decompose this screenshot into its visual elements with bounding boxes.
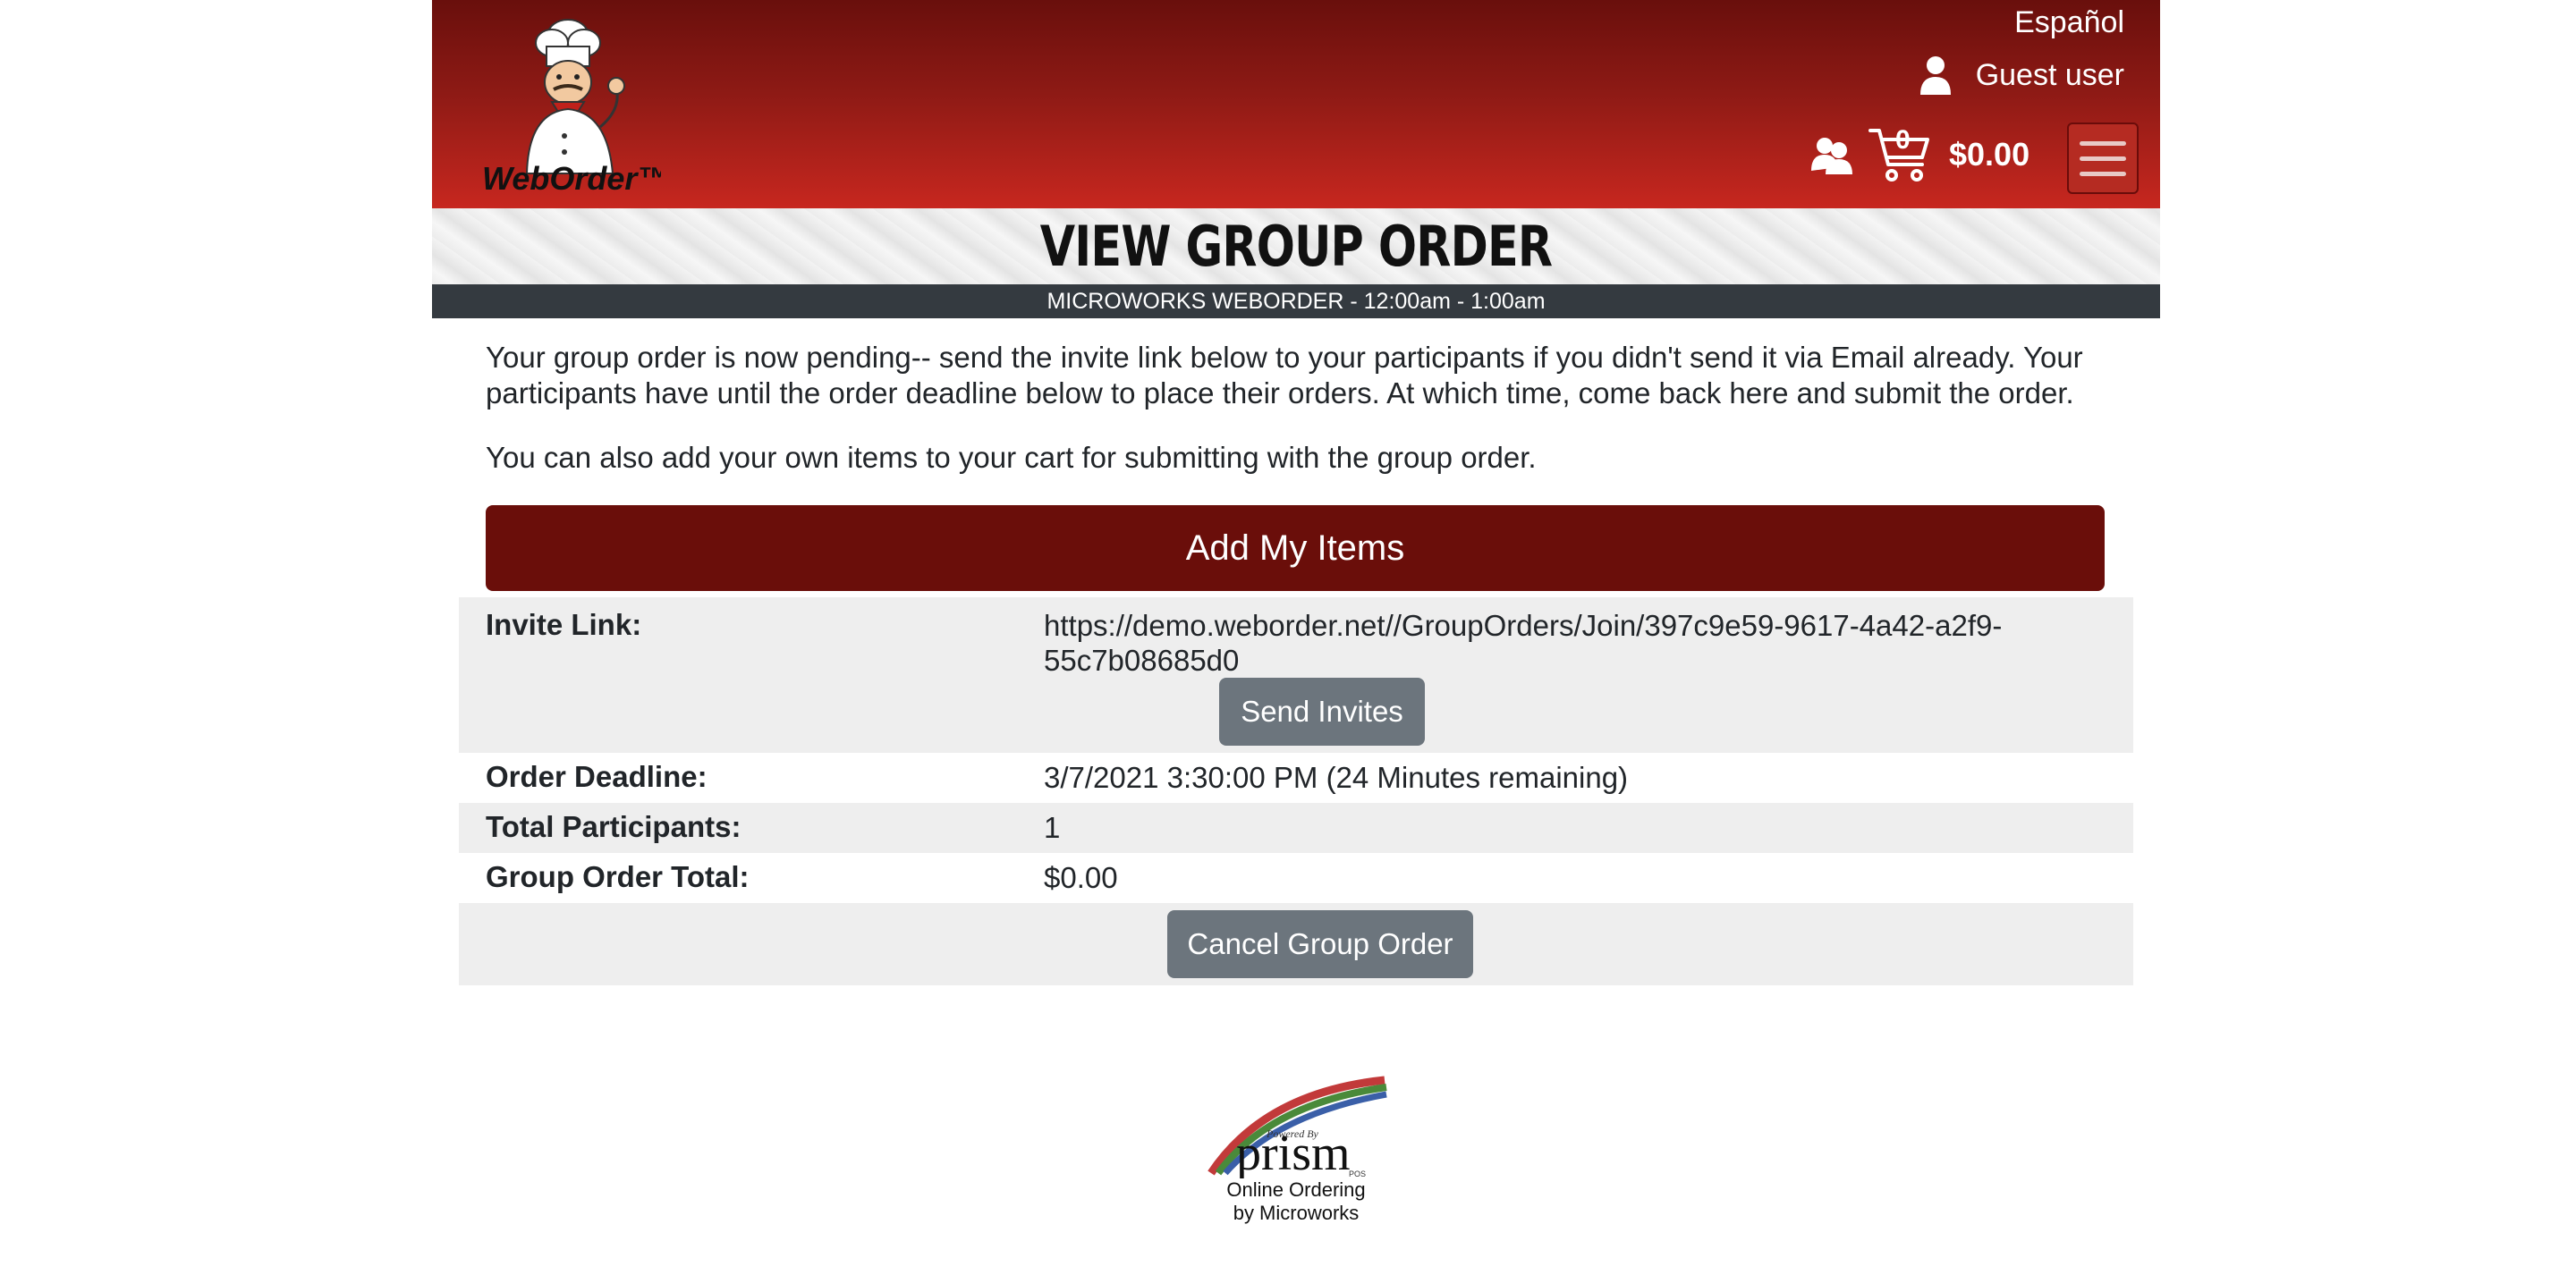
pos-text: POS [1349,1169,1366,1178]
footer-line-1: Online Ordering [1226,1178,1366,1201]
hamburger-menu-icon [2080,140,2126,146]
group-order-details: Invite Link: https://demo.weborder.net//… [459,597,2133,985]
language-link-espanol[interactable]: Español [2014,5,2124,40]
user-account[interactable]: Guest user [1919,55,2124,95]
instruction-paragraph: Your group order is now pending-- send t… [486,341,2083,410]
invite-link-value[interactable]: https://demo.weborder.net//GroupOrders/J… [1044,608,2072,678]
user-icon [1919,56,1951,95]
title-band: VIEW GROUP ORDER [432,208,2160,284]
site-header: WebOrder™ Español Guest user 0 $0.00 [432,0,2160,208]
hamburger-menu-button[interactable] [2067,122,2139,194]
total-participants-label: Total Participants: [486,810,741,843]
send-invites-button[interactable]: Send Invites [1219,678,1425,746]
prism-pos-logo[interactable]: Powered By prism POS [1202,1073,1390,1178]
order-deadline-value: 3/7/2021 3:30:00 PM (24 Minutes remainin… [1044,761,1629,794]
footer: Powered By prism POS Online Ordering by … [432,1073,2160,1225]
invite-link-label: Invite Link: [486,608,642,641]
order-deadline-label: Order Deadline: [486,760,708,793]
store-hours-bar: MICROWORKS WEBORDER - 12:00am - 1:00am [432,284,2160,318]
group-order-total-row: Group Order Total: $0.00 [459,853,2133,903]
total-participants-value: 1 [1044,811,1061,844]
logo-text: WebOrder™ [482,160,661,197]
group-order-icon[interactable] [1809,135,1854,174]
footer-line-2: by Microworks [1233,1202,1360,1224]
cancel-group-order-button[interactable]: Cancel Group Order [1167,910,1473,978]
prism-brand-text: prism [1236,1126,1351,1178]
page: WebOrder™ Español Guest user 0 $0.00 VIE… [432,0,2160,1275]
total-participants-row: Total Participants: 1 [459,803,2133,853]
add-my-items-button[interactable]: Add My Items [486,505,2105,591]
instructions: Your group order is now pending-- send t… [486,340,2105,476]
page-title: VIEW GROUP ORDER [1039,214,1553,279]
cart-button[interactable]: 0 [1868,125,1931,184]
invite-link-row: Invite Link: https://demo.weborder.net//… [459,597,2133,753]
order-deadline-row: Order Deadline: 3/7/2021 3:30:00 PM (24 … [459,753,2133,803]
instruction-paragraph-2: You can also add your own items to your … [486,441,1537,474]
cart-count-badge: 0 [1895,125,1911,155]
group-order-total-value: $0.00 [1044,861,1118,894]
weborder-chef-logo[interactable]: WebOrder™ [482,13,661,197]
cart-total[interactable]: $0.00 [1949,136,2029,173]
group-order-total-label: Group Order Total: [486,860,750,893]
cart-area: 0 $0.00 [1809,125,2029,184]
cancel-row: Cancel Group Order [459,903,2133,985]
user-name[interactable]: Guest user [1976,58,2124,93]
